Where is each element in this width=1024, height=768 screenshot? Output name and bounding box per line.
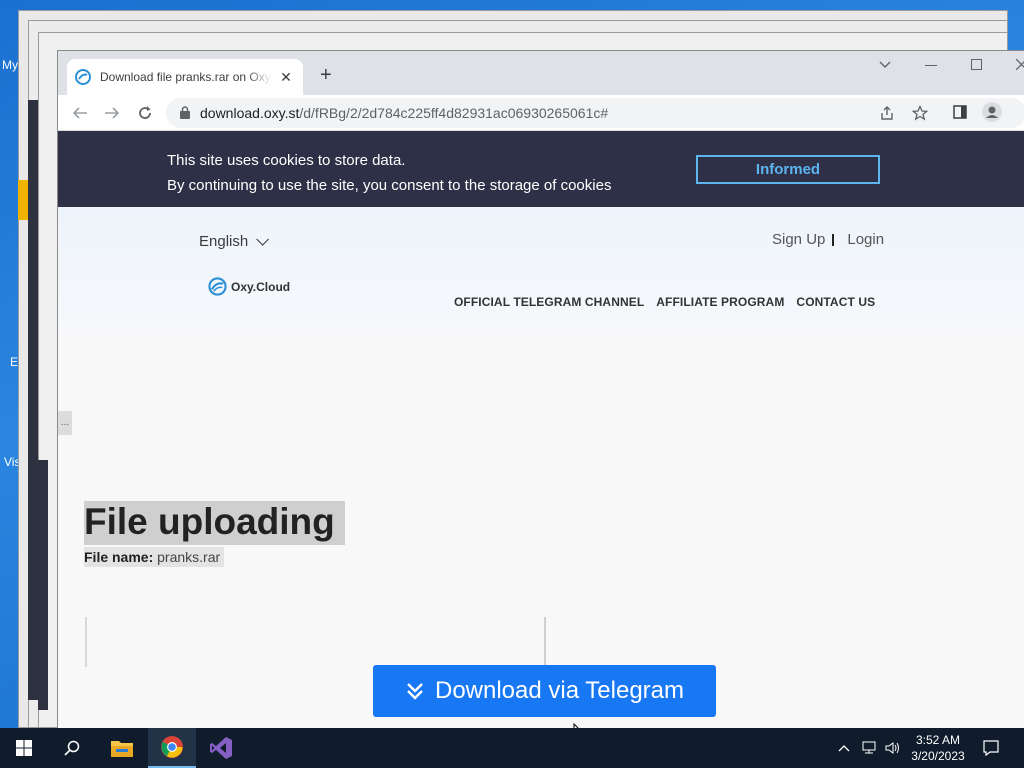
file-name-value: pranks.rar: [157, 549, 221, 565]
logo-text: Oxy.Cloud: [231, 279, 291, 294]
start-button[interactable]: [0, 728, 48, 768]
double-chevron-down-icon: [407, 683, 423, 700]
cookie-message: This site uses cookies to store data. By…: [167, 148, 611, 198]
menu-telegram-channel[interactable]: OFFICIAL TELEGRAM CHANNEL: [454, 295, 644, 309]
site-header: English Sign Up Login Oxy.Cloud OFFICIAL…: [58, 207, 1024, 333]
menu-contact-us[interactable]: CONTACT US: [796, 295, 875, 309]
divider-line: [544, 617, 546, 665]
new-tab-button[interactable]: +: [320, 65, 332, 85]
chevron-down-icon: [256, 233, 270, 246]
divider: [832, 233, 835, 246]
action-center-button[interactable]: [968, 728, 1014, 768]
windows-logo-icon: [16, 740, 32, 756]
lock-icon[interactable]: [180, 106, 190, 119]
profile-avatar-icon[interactable]: [982, 102, 1002, 122]
tab-title: Download file pranks.rar on Oxy.Cloud: [100, 70, 272, 84]
tab-search-icon[interactable]: [879, 61, 891, 69]
desktop-icon-label[interactable]: E: [10, 355, 18, 369]
side-ellipsis[interactable]: ...: [58, 411, 72, 435]
network-icon[interactable]: [862, 741, 878, 755]
clock-date: 3/20/2023: [911, 749, 965, 763]
upload-section: File uploading File name: pranks.rar: [84, 501, 345, 567]
url-path: /d/fRBg/2/2d784c225ff4d82931ac0693026506…: [299, 105, 609, 121]
bookmark-star-icon[interactable]: [912, 105, 928, 121]
chrome-icon: [161, 736, 183, 758]
informed-button[interactable]: Informed: [696, 155, 880, 184]
clock-time: 3:52 AM: [915, 733, 961, 747]
oxy-cloud-favicon-icon: [75, 69, 91, 85]
sign-up-link[interactable]: Sign Up: [772, 231, 825, 248]
close-window-icon[interactable]: [1016, 59, 1024, 70]
folder-icon: [111, 741, 133, 757]
address-bar[interactable]: download.oxy.st/d/fRBg/2/2d784c225ff4d82…: [166, 98, 1024, 128]
side-panel-icon[interactable]: [953, 105, 967, 119]
share-icon[interactable]: [879, 105, 895, 121]
search-icon: [64, 740, 80, 756]
taskbar: 3:52 AM 3/20/2023: [0, 728, 1024, 768]
volume-icon[interactable]: [885, 741, 901, 755]
back-arrow-icon[interactable]: [72, 105, 88, 121]
system-tray: [838, 728, 901, 768]
chrome-taskbar[interactable]: [148, 728, 196, 768]
language-label: English: [199, 233, 249, 250]
tab-close-icon[interactable]: ✕: [278, 69, 294, 86]
show-hidden-icons-chevron-icon[interactable]: [838, 744, 850, 752]
window-fragment: [28, 100, 38, 700]
window-fragment: [38, 460, 48, 710]
system-clock[interactable]: 3:52 AM 3/20/2023: [906, 732, 970, 764]
file-name-line: File name: pranks.rar: [84, 547, 225, 567]
notification-icon: [983, 740, 999, 756]
file-name-label: File name:: [84, 549, 154, 565]
url-text: download.oxy.st/d/fRBg/2/2d784c225ff4d82…: [200, 105, 608, 121]
minimize-icon[interactable]: [925, 65, 937, 67]
web-page: This site uses cookies to store data. By…: [58, 131, 1024, 728]
maximize-icon[interactable]: [971, 59, 982, 70]
oxy-cloud-logo-icon: [208, 277, 227, 296]
menu-affiliate-program[interactable]: AFFILIATE PROGRAM: [656, 295, 784, 309]
oxy-cloud-logo[interactable]: Oxy.Cloud: [208, 277, 290, 296]
auth-links: Sign Up Login: [772, 231, 884, 248]
text-caret: [85, 617, 87, 667]
browser-window: Download file pranks.rar on Oxy.Cloud ✕ …: [57, 50, 1024, 728]
file-explorer-taskbar[interactable]: [98, 728, 146, 768]
visual-studio-icon: [210, 737, 232, 759]
reload-icon[interactable]: [137, 105, 153, 121]
page-title: File uploading: [84, 501, 345, 545]
language-selector[interactable]: English: [199, 233, 270, 250]
cookie-banner: This site uses cookies to store data. By…: [58, 131, 1024, 207]
browser-toolbar: download.oxy.st/d/fRBg/2/2d784c225ff4d82…: [58, 95, 1024, 131]
tab-strip: Download file pranks.rar on Oxy.Cloud ✕ …: [58, 51, 1024, 95]
forward-arrow-icon[interactable]: [104, 105, 120, 121]
download-button-label: Download via Telegram: [434, 677, 685, 704]
visual-studio-taskbar[interactable]: [197, 728, 245, 768]
download-via-telegram-button[interactable]: Download via Telegram: [373, 665, 716, 717]
browser-tab[interactable]: Download file pranks.rar on Oxy.Cloud ✕: [67, 59, 303, 95]
login-link[interactable]: Login: [847, 231, 884, 248]
search-button[interactable]: [48, 728, 96, 768]
cookie-line-1: This site uses cookies to store data.: [167, 152, 406, 169]
url-host: download.oxy.st: [200, 105, 300, 121]
cookie-line-2: By continuing to use the site, you conse…: [167, 177, 612, 194]
main-menu: OFFICIAL TELEGRAM CHANNEL AFFILIATE PROG…: [454, 295, 875, 309]
desktop-icon-label[interactable]: My: [2, 58, 18, 72]
window-fragment: [18, 180, 28, 220]
